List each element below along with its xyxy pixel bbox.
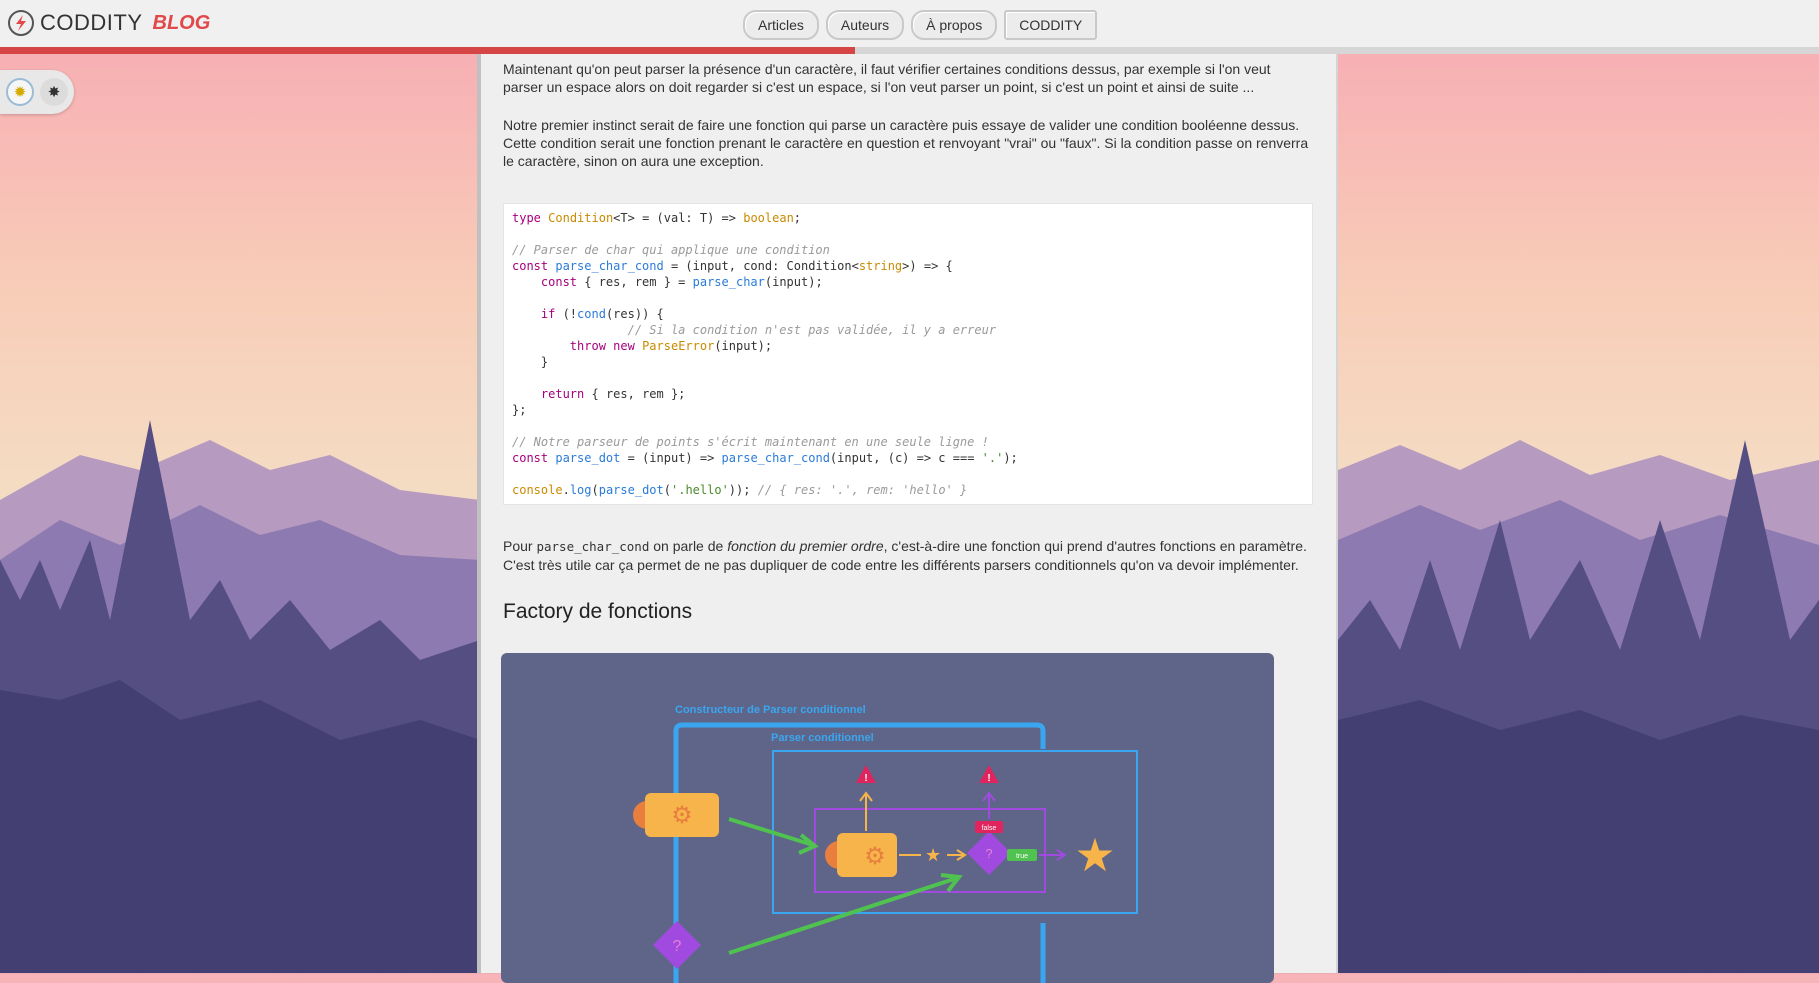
code-line: if (!cond(res)) { bbox=[540, 307, 664, 321]
code-comment: // Parser de char qui applique une condi… bbox=[512, 243, 830, 257]
code-comment: // Si la condition n'est pas validée, il… bbox=[569, 323, 997, 337]
nav-about-button[interactable]: À propos bbox=[911, 10, 998, 40]
code-comment: // Notre parseur de points s'écrit maint… bbox=[512, 435, 989, 449]
logo-text: CODDITY bbox=[40, 10, 143, 35]
code-line: } bbox=[512, 355, 549, 369]
code-line: const parse_dot = (input) => parse_char_… bbox=[512, 451, 1018, 465]
code-line: const parse_char_cond = (input, cond: Co… bbox=[512, 259, 953, 273]
top-navigation-bar: CODDITY BLOG Articles Auteurs À propos C… bbox=[0, 0, 1819, 48]
lightning-icon bbox=[8, 10, 34, 36]
code-block: type Condition<T> = (val: T) => boolean;… bbox=[503, 203, 1313, 505]
paragraph-condition: Notre premier instinct serait de faire u… bbox=[503, 117, 1309, 169]
code-line: console.log(parse_dot('.hello')); // { r… bbox=[512, 483, 968, 497]
inner-label: Parser conditionnel bbox=[771, 732, 874, 744]
paragraph-first-order: Pour parse_char_cond on parle de fonctio… bbox=[503, 537, 1313, 574]
main-nav: Articles Auteurs À propos CODDITY bbox=[743, 10, 1098, 40]
code-line: const { res, rem } = parse_char(input); bbox=[540, 275, 823, 289]
output-star-icon: ★ bbox=[1074, 828, 1115, 882]
article-column: Maintenant qu'on peut parser la présence… bbox=[477, 54, 1338, 983]
svg-text:!: ! bbox=[864, 773, 867, 784]
site-logo[interactable]: CODDITY BLOG bbox=[8, 10, 210, 36]
theme-toggle: ✹ ✸ bbox=[0, 70, 74, 114]
nav-authors-button[interactable]: Auteurs bbox=[825, 10, 905, 40]
sun-icon[interactable]: ✹ bbox=[6, 78, 34, 106]
emphasis-text: fonction du premier ordre bbox=[727, 538, 884, 554]
text-span: on parle de bbox=[649, 538, 728, 554]
logo-blog-text: BLOG bbox=[152, 11, 211, 34]
code-line: }; bbox=[512, 403, 527, 417]
nav-coddity-button[interactable]: CODDITY bbox=[1004, 10, 1098, 40]
moon-icon[interactable]: ✸ bbox=[40, 78, 68, 106]
svg-text:true: true bbox=[1016, 853, 1028, 860]
outer-label: Constructeur de Parser conditionnel bbox=[675, 704, 866, 716]
diagram-svg: Constructeur de Parser conditionnel Pars… bbox=[633, 704, 1138, 983]
gear-icon: ⚙ bbox=[671, 801, 693, 829]
svg-text:?: ? bbox=[673, 938, 682, 955]
code-line: // Si la condition n'est pas validée, il… bbox=[512, 323, 996, 337]
code-line: return { res, rem }; bbox=[540, 387, 686, 401]
section-heading: Factory de fonctions bbox=[503, 600, 693, 623]
code-line: type Condition<T> = (val: T) => boolean; bbox=[512, 211, 802, 225]
svg-text:false: false bbox=[982, 825, 997, 832]
svg-text:!: ! bbox=[987, 773, 990, 784]
paragraph-intro: Maintenant qu'on peut parser la présence… bbox=[503, 61, 1271, 95]
gear-icon: ⚙ bbox=[864, 842, 886, 870]
text-span: Pour bbox=[503, 538, 537, 554]
nav-articles-button[interactable]: Articles bbox=[743, 10, 819, 40]
svg-text:?: ? bbox=[985, 846, 992, 861]
factory-diagram: Constructeur de Parser conditionnel Pars… bbox=[501, 653, 1274, 983]
inline-code: parse_char_cond bbox=[536, 539, 650, 554]
code-line: throw new ParseError(input); bbox=[569, 339, 773, 353]
star-icon: ★ bbox=[925, 845, 941, 866]
reading-progress-bar bbox=[0, 47, 855, 54]
green-arrow bbox=[728, 817, 814, 847]
